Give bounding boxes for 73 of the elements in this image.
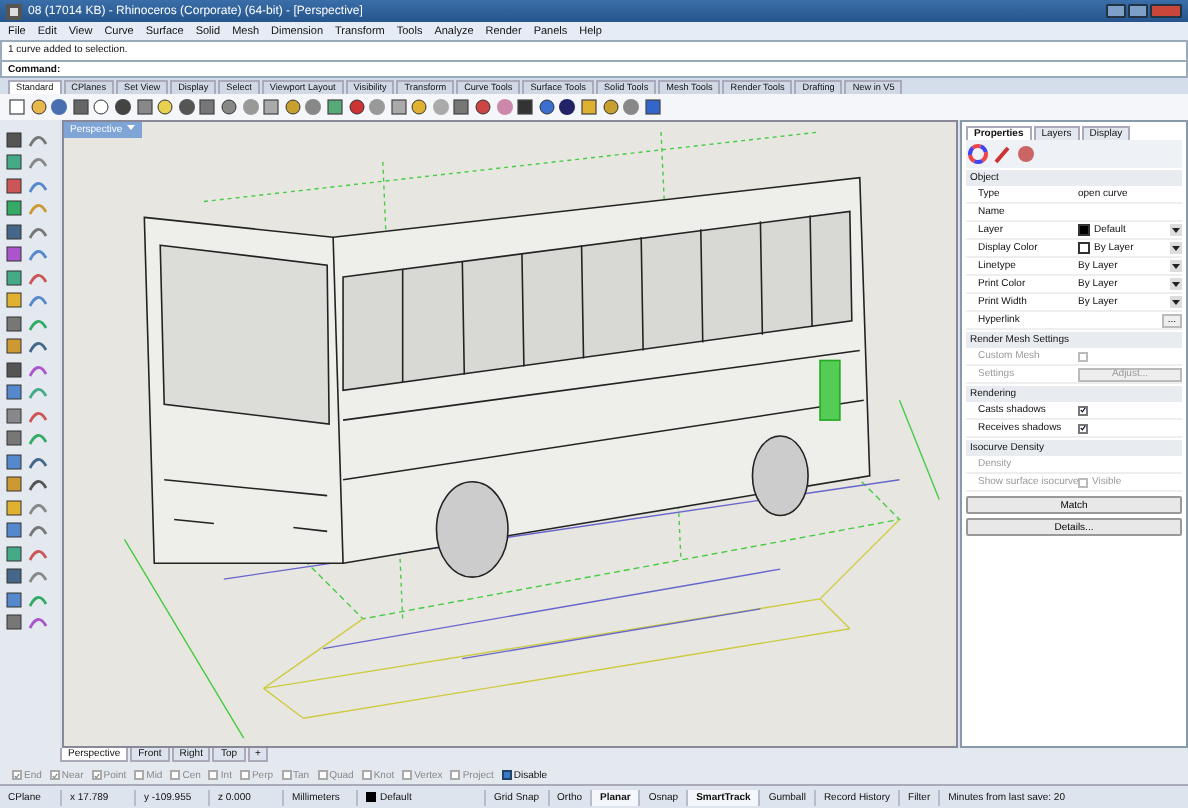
dropdown-caret-icon[interactable]: [1170, 242, 1182, 254]
checkbox[interactable]: [1078, 423, 1088, 433]
circle-icon[interactable]: [29, 98, 48, 116]
shape-tool-icon[interactable]: [4, 152, 24, 173]
osnap-checkbox[interactable]: [281, 770, 292, 780]
disable-checkbox[interactable]: [501, 770, 512, 780]
osnap-checkbox[interactable]: [170, 770, 181, 780]
circle-icon[interactable]: [219, 98, 238, 116]
square-icon[interactable]: [325, 98, 344, 116]
layer-swatch: [366, 792, 376, 802]
shape-tool-icon[interactable]: [4, 313, 24, 334]
curve-tool-icon[interactable]: [28, 290, 48, 311]
osnap-checkbox[interactable]: [208, 770, 219, 780]
square-icon[interactable]: [452, 98, 471, 116]
circle-icon[interactable]: [347, 98, 365, 116]
shape-tool-icon[interactable]: [4, 175, 24, 196]
shape-tool-icon[interactable]: [4, 566, 24, 587]
shape-tool-icon[interactable]: [4, 244, 24, 265]
dropdown-caret-icon[interactable]: [1170, 260, 1182, 272]
maximize-button[interactable]: [1128, 4, 1148, 18]
shape-tool-icon[interactable]: [4, 221, 24, 242]
shape-tool-icon[interactable]: [4, 359, 24, 380]
dropdown-caret-icon[interactable]: [1170, 278, 1182, 290]
osnap-checkbox[interactable]: [450, 770, 461, 780]
shape-tool-icon[interactable]: [4, 267, 24, 288]
osnap-checkbox[interactable]: [402, 770, 413, 780]
square-icon[interactable]: [643, 98, 662, 116]
shape-tool-icon[interactable]: [4, 589, 24, 610]
square-icon[interactable]: [71, 98, 90, 116]
checkbox[interactable]: [1078, 405, 1088, 415]
shape-tool-icon[interactable]: [4, 290, 24, 311]
curve-tool-icon[interactable]: [28, 474, 48, 495]
color-wheel-icon[interactable]: [968, 144, 988, 164]
osnap-checkbox[interactable]: [91, 770, 102, 780]
shape-tool-icon[interactable]: [4, 474, 24, 495]
dropdown-caret-icon[interactable]: [1170, 296, 1182, 308]
curve-tool-icon[interactable]: [28, 336, 48, 357]
sphere-icon[interactable]: [177, 98, 196, 116]
shape-tool-icon[interactable]: [4, 428, 24, 449]
sphere-icon[interactable]: [113, 98, 132, 116]
curve-tool-icon[interactable]: [28, 612, 48, 633]
circle-icon[interactable]: [156, 98, 175, 116]
close-button[interactable]: [1150, 4, 1182, 18]
shape-tool-icon[interactable]: [4, 543, 24, 564]
shape-tool-icon[interactable]: [4, 520, 24, 541]
square-icon[interactable]: [198, 98, 217, 116]
shape-tool-icon[interactable]: [4, 382, 24, 403]
shape-tool-icon[interactable]: [4, 129, 24, 150]
circle-icon[interactable]: [601, 98, 620, 116]
shape-tool-icon[interactable]: [4, 198, 24, 219]
osnap-checkbox[interactable]: [49, 770, 60, 780]
circle-icon[interactable]: [410, 98, 429, 116]
sphere-icon[interactable]: [558, 98, 577, 116]
dropdown-caret-icon[interactable]: [1170, 224, 1182, 236]
circle-icon[interactable]: [92, 98, 111, 116]
osnap-checkbox[interactable]: [239, 770, 250, 780]
shape-tool-icon[interactable]: [4, 405, 24, 426]
circle-icon[interactable]: [474, 98, 493, 116]
curve-tool-icon[interactable]: [28, 520, 48, 541]
square-icon[interactable]: [135, 98, 154, 116]
shape-tool-icon[interactable]: [4, 497, 24, 518]
osnap-checkbox[interactable]: [12, 770, 22, 780]
circle-icon[interactable]: [537, 98, 556, 116]
minimize-button[interactable]: [1106, 4, 1126, 18]
square-icon[interactable]: [516, 98, 535, 116]
shape-tool-icon[interactable]: [4, 336, 24, 357]
osnap-checkbox[interactable]: [134, 770, 145, 780]
osnap-checkbox[interactable]: [361, 770, 372, 780]
circle-icon[interactable]: [283, 98, 302, 116]
shape-tool-icon[interactable]: [4, 612, 24, 633]
osnap-checkbox[interactable]: [317, 770, 328, 780]
app-icon: [6, 3, 22, 19]
shape-tool-icon[interactable]: [4, 451, 24, 472]
